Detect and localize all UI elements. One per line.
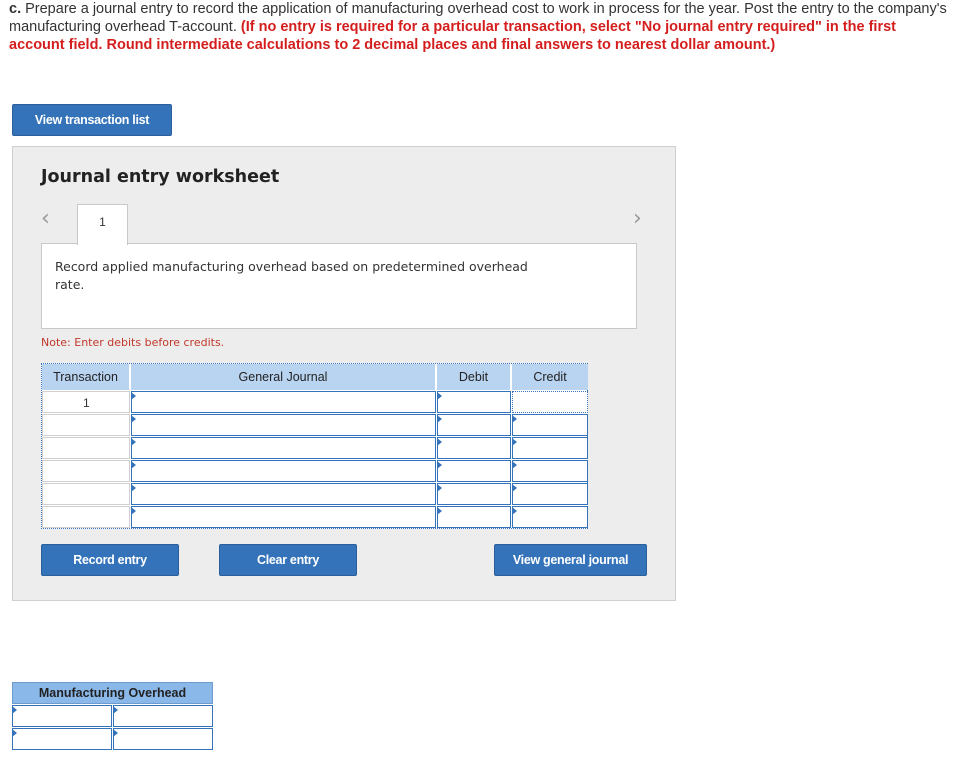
transaction-number: 1	[83, 396, 90, 410]
debit-input[interactable]	[437, 483, 511, 505]
account-select[interactable]	[131, 483, 436, 505]
dropdown-arrow-icon	[437, 392, 442, 400]
debit-input[interactable]	[437, 391, 511, 413]
dropdown-arrow-icon	[512, 484, 517, 492]
transaction-description: Record applied manufacturing overhead ba…	[41, 243, 637, 329]
credit-input[interactable]	[512, 483, 588, 505]
dropdown-arrow-icon	[437, 415, 442, 423]
credit-input[interactable]	[512, 414, 588, 436]
record-entry-button[interactable]: Record entry	[41, 544, 179, 576]
debit-input[interactable]	[437, 506, 511, 528]
dropdown-arrow-icon	[512, 438, 517, 446]
dropdown-arrow-icon	[437, 507, 442, 515]
table-row-transaction: 1	[42, 391, 130, 413]
table-row-transaction	[42, 483, 130, 505]
dropdown-arrow-icon	[131, 484, 136, 492]
table-row-transaction	[42, 437, 130, 459]
account-select[interactable]	[131, 437, 436, 459]
credit-input[interactable]	[512, 506, 588, 528]
dropdown-arrow-icon	[512, 507, 517, 515]
account-select[interactable]	[131, 391, 436, 413]
dropdown-arrow-icon	[131, 415, 136, 423]
note-debits-before-credits: Note: Enter debits before credits.	[41, 336, 225, 349]
view-transaction-list-button[interactable]: View transaction list	[12, 104, 172, 136]
credit-input[interactable]	[512, 460, 588, 482]
dropdown-arrow-icon	[437, 484, 442, 492]
clear-entry-button[interactable]: Clear entry	[219, 544, 357, 576]
worksheet-title: Journal entry worksheet	[41, 167, 280, 187]
header-transaction: Transaction	[42, 364, 130, 390]
t-account-credit-input[interactable]	[113, 728, 213, 750]
dropdown-arrow-icon	[12, 729, 17, 737]
dropdown-arrow-icon	[512, 461, 517, 469]
dropdown-arrow-icon	[512, 415, 517, 423]
debit-input[interactable]	[437, 437, 511, 459]
header-debit: Debit	[437, 364, 511, 390]
dropdown-arrow-icon	[113, 729, 118, 737]
dropdown-arrow-icon	[131, 507, 136, 515]
t-account-debit-input[interactable]	[12, 705, 112, 727]
tab-transaction-1[interactable]: 1	[77, 204, 128, 245]
chevron-left-icon[interactable]: ‹	[41, 208, 50, 230]
t-account-title: Manufacturing Overhead	[12, 682, 213, 704]
dropdown-arrow-icon	[437, 461, 442, 469]
header-general-journal: General Journal	[131, 364, 436, 390]
manufacturing-overhead-t-account: Manufacturing Overhead	[12, 682, 213, 751]
debit-input[interactable]	[437, 414, 511, 436]
dropdown-arrow-icon	[131, 461, 136, 469]
instructions-prefix: c.	[9, 1, 22, 17]
t-account-credit-input[interactable]	[113, 705, 213, 727]
debit-input[interactable]	[437, 460, 511, 482]
dropdown-arrow-icon	[113, 706, 118, 714]
table-row-transaction	[42, 506, 130, 528]
table-row-transaction	[42, 460, 130, 482]
journal-entry-worksheet-panel: Journal entry worksheet ‹ 1 › Record app…	[12, 146, 676, 601]
dropdown-arrow-icon	[12, 706, 17, 714]
dropdown-arrow-icon	[131, 438, 136, 446]
dropdown-arrow-icon	[131, 392, 136, 400]
table-row-transaction	[42, 414, 130, 436]
t-account-debit-input[interactable]	[12, 728, 112, 750]
account-select[interactable]	[131, 414, 436, 436]
dropdown-arrow-icon	[437, 438, 442, 446]
credit-input[interactable]	[512, 437, 588, 459]
view-general-journal-button[interactable]: View general journal	[494, 544, 647, 576]
header-credit: Credit	[512, 364, 588, 390]
general-journal-table: Transaction General Journal Debit Credit…	[41, 363, 588, 529]
credit-input[interactable]	[512, 391, 588, 413]
account-select[interactable]	[131, 506, 436, 528]
account-select[interactable]	[131, 460, 436, 482]
instructions: c. Prepare a journal entry to record the…	[9, 0, 949, 54]
chevron-right-icon[interactable]: ›	[633, 208, 642, 230]
